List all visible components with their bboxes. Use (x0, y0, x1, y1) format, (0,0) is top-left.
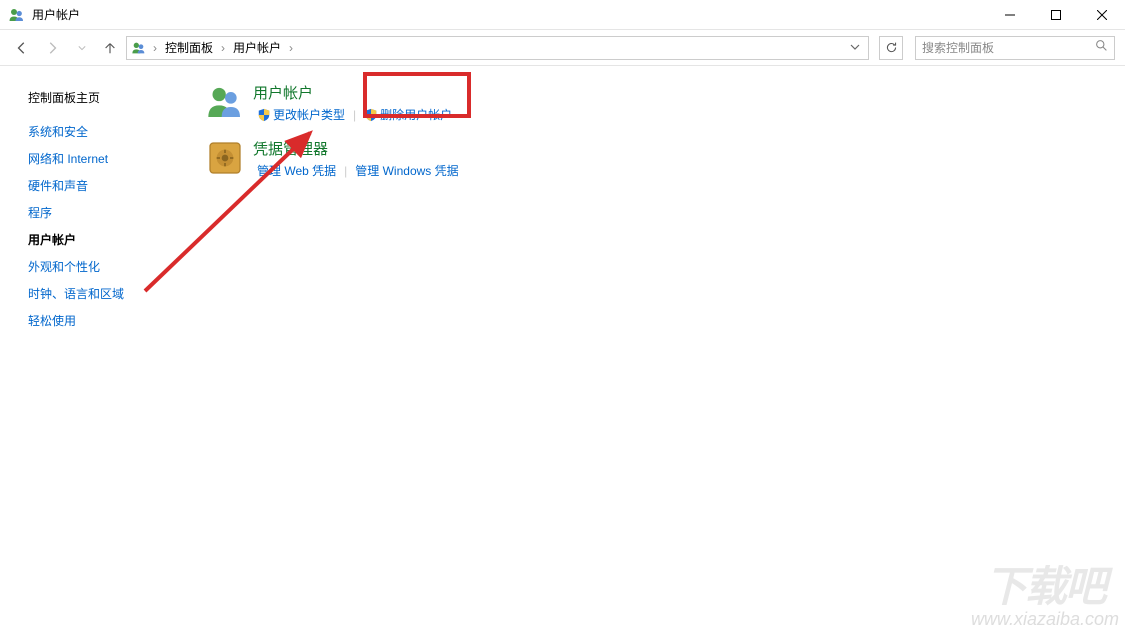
maximize-button[interactable] (1033, 0, 1079, 29)
sidebar-item-clock-language-region[interactable]: 时钟、语言和区域 (28, 280, 195, 307)
titlebar: 用户帐户 (0, 0, 1125, 30)
link-label: 更改帐户类型 (273, 106, 345, 123)
recent-dropdown-icon[interactable] (70, 36, 94, 60)
separator: | (340, 164, 351, 178)
chevron-right-icon[interactable]: › (151, 41, 159, 55)
category-title-user-accounts[interactable]: 用户帐户 (253, 82, 456, 103)
address-dropdown-icon[interactable] (846, 39, 864, 57)
navbar: › 控制面板 › 用户帐户 › (0, 30, 1125, 66)
users-large-icon (205, 82, 245, 122)
breadcrumb-control-panel[interactable]: 控制面板 (161, 37, 217, 58)
category-credential-manager: 凭据管理器 管理 Web 凭据 | 管理 Windows 凭据 (205, 138, 1115, 180)
category-title-credential-manager[interactable]: 凭据管理器 (253, 138, 463, 159)
search-input[interactable] (922, 41, 1095, 55)
up-button[interactable] (100, 38, 120, 58)
category-user-accounts: 用户帐户 更改帐户类型 | 删除用户帐户 (205, 82, 1115, 124)
sidebar-item-user-accounts[interactable]: 用户帐户 (28, 226, 195, 253)
sidebar-item-programs[interactable]: 程序 (28, 199, 195, 226)
link-label: 删除用户帐户 (380, 106, 452, 123)
sidebar-item-system-security[interactable]: 系统和安全 (28, 118, 195, 145)
main-panel: 用户帐户 更改帐户类型 | 删除用户帐户 (195, 66, 1125, 634)
breadcrumb-user-accounts[interactable]: 用户帐户 (229, 37, 285, 58)
sidebar-item-network-internet[interactable]: 网络和 Internet (28, 145, 195, 172)
shield-icon (364, 108, 378, 122)
link-label: 管理 Web 凭据 (257, 162, 336, 179)
link-manage-windows-credentials[interactable]: 管理 Windows 凭据 (351, 161, 462, 180)
users-icon (131, 40, 147, 56)
chevron-right-icon[interactable]: › (219, 41, 227, 55)
breadcrumb: › 控制面板 › 用户帐户 › (151, 37, 846, 58)
link-remove-user-accounts[interactable]: 删除用户帐户 (360, 105, 456, 124)
window-controls (987, 0, 1125, 29)
search-box[interactable] (915, 36, 1115, 60)
back-button[interactable] (10, 36, 34, 60)
forward-button[interactable] (40, 36, 64, 60)
close-button[interactable] (1079, 0, 1125, 29)
link-change-account-type[interactable]: 更改帐户类型 (253, 105, 349, 124)
sidebar: 控制面板主页 系统和安全 网络和 Internet 硬件和声音 程序 用户帐户 … (0, 66, 195, 634)
sidebar-home[interactable]: 控制面板主页 (28, 84, 195, 118)
separator: | (349, 108, 360, 122)
address-bar[interactable]: › 控制面板 › 用户帐户 › (126, 36, 869, 60)
sidebar-item-hardware-sound[interactable]: 硬件和声音 (28, 172, 195, 199)
sidebar-item-ease-of-access[interactable]: 轻松使用 (28, 307, 195, 334)
minimize-button[interactable] (987, 0, 1033, 29)
refresh-button[interactable] (879, 36, 903, 60)
link-label: 管理 Windows 凭据 (355, 162, 458, 179)
vault-icon (205, 138, 245, 178)
content: 控制面板主页 系统和安全 网络和 Internet 硬件和声音 程序 用户帐户 … (0, 66, 1125, 634)
users-icon (8, 6, 26, 24)
shield-icon (257, 108, 271, 122)
window-title: 用户帐户 (32, 6, 987, 23)
chevron-right-icon[interactable]: › (287, 41, 295, 55)
search-icon[interactable] (1095, 39, 1108, 57)
link-manage-web-credentials[interactable]: 管理 Web 凭据 (253, 161, 340, 180)
sidebar-item-appearance[interactable]: 外观和个性化 (28, 253, 195, 280)
